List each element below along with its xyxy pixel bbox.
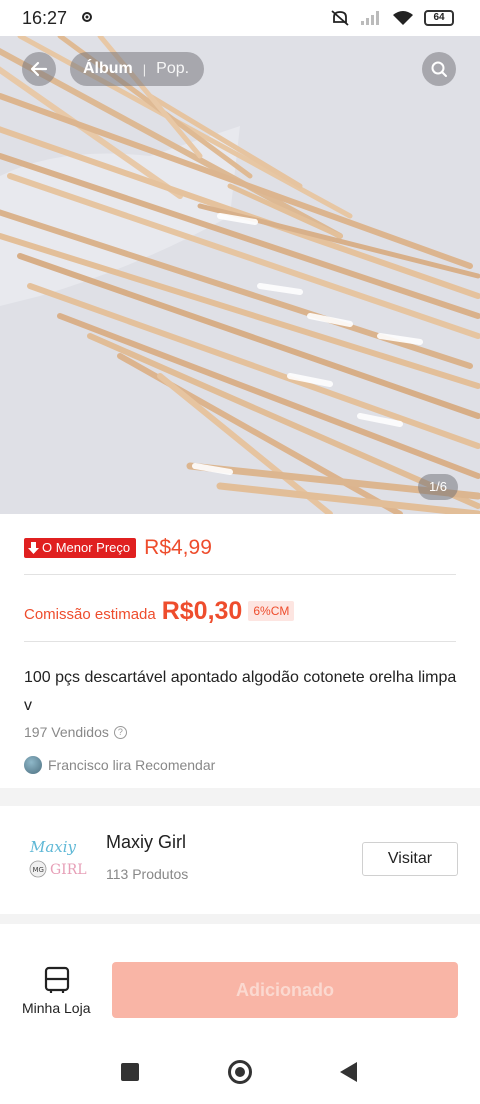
product-image-gallery[interactable] (0, 36, 480, 514)
shop-logo: Maxiy MG GIRL (29, 838, 87, 878)
wifi-icon (393, 11, 413, 25)
recommender-text: Francisco lira Recomendar (48, 757, 216, 773)
notification-gear-icon (80, 10, 94, 27)
home-icon[interactable] (228, 1060, 252, 1084)
price-row: O Menor Preço R$4,99 (24, 534, 212, 562)
svg-text:GIRL: GIRL (50, 862, 87, 878)
commission-label: Comissão estimada (24, 605, 156, 623)
store-icon[interactable] (44, 966, 70, 994)
commission-value: R$0,30 (161, 596, 243, 625)
recommender-avatar (24, 756, 42, 774)
my-store-label[interactable]: Minha Loja (22, 1000, 91, 1016)
svg-text:Maxiy: Maxiy (29, 838, 77, 856)
shop-name[interactable]: Maxiy Girl (106, 832, 186, 853)
sold-count: 197 Vendidos (24, 724, 109, 740)
signal-icon (361, 11, 379, 25)
status-time: 16:27 (22, 8, 68, 28)
visit-shop-button[interactable]: Visitar (362, 842, 458, 876)
battery-icon: 64 (424, 10, 454, 26)
shop-product-count: 113 Produtos (106, 866, 189, 882)
gallery-tab-switch: Álbum | Pop. (70, 52, 204, 86)
lowest-price-badge: O Menor Preço (24, 538, 137, 558)
svg-text:MG: MG (33, 866, 44, 874)
product-price: R$4,99 (144, 536, 212, 559)
divider (24, 641, 456, 642)
tab-album[interactable]: Álbum (83, 60, 133, 78)
arrow-left-icon (30, 61, 48, 77)
down-arrow-icon (28, 542, 39, 554)
status-icons: 64 (330, 9, 454, 27)
product-title: 100 pçs descartável apontado algodão cot… (24, 669, 457, 714)
mute-icon (331, 10, 349, 26)
back-button[interactable] (22, 52, 56, 86)
commission-rate-badge: 6%CM (248, 601, 295, 621)
tab-separator: | (142, 61, 147, 77)
product-image (0, 36, 480, 514)
divider (24, 574, 456, 575)
recommender-row: Francisco lira Recomendar (24, 756, 215, 774)
section-separator (0, 914, 480, 924)
section-separator (0, 788, 480, 806)
sold-count-row: 197 Vendidos ? (24, 724, 127, 740)
help-icon[interactable]: ? (113, 725, 127, 739)
lowest-price-label: O Menor Preço (42, 540, 131, 555)
tab-popular[interactable]: Pop. (156, 60, 189, 78)
image-page-indicator: 1/6 (418, 474, 458, 500)
search-button[interactable] (422, 52, 456, 86)
added-button[interactable]: Adicionado (112, 962, 458, 1018)
search-icon (431, 61, 447, 77)
recent-apps-icon[interactable] (121, 1063, 139, 1081)
status-bar: 16:27 64 (0, 0, 480, 36)
commission-row: Comissão estimada R$0,30 6%CM (24, 596, 295, 626)
system-back-icon[interactable] (340, 1062, 357, 1082)
